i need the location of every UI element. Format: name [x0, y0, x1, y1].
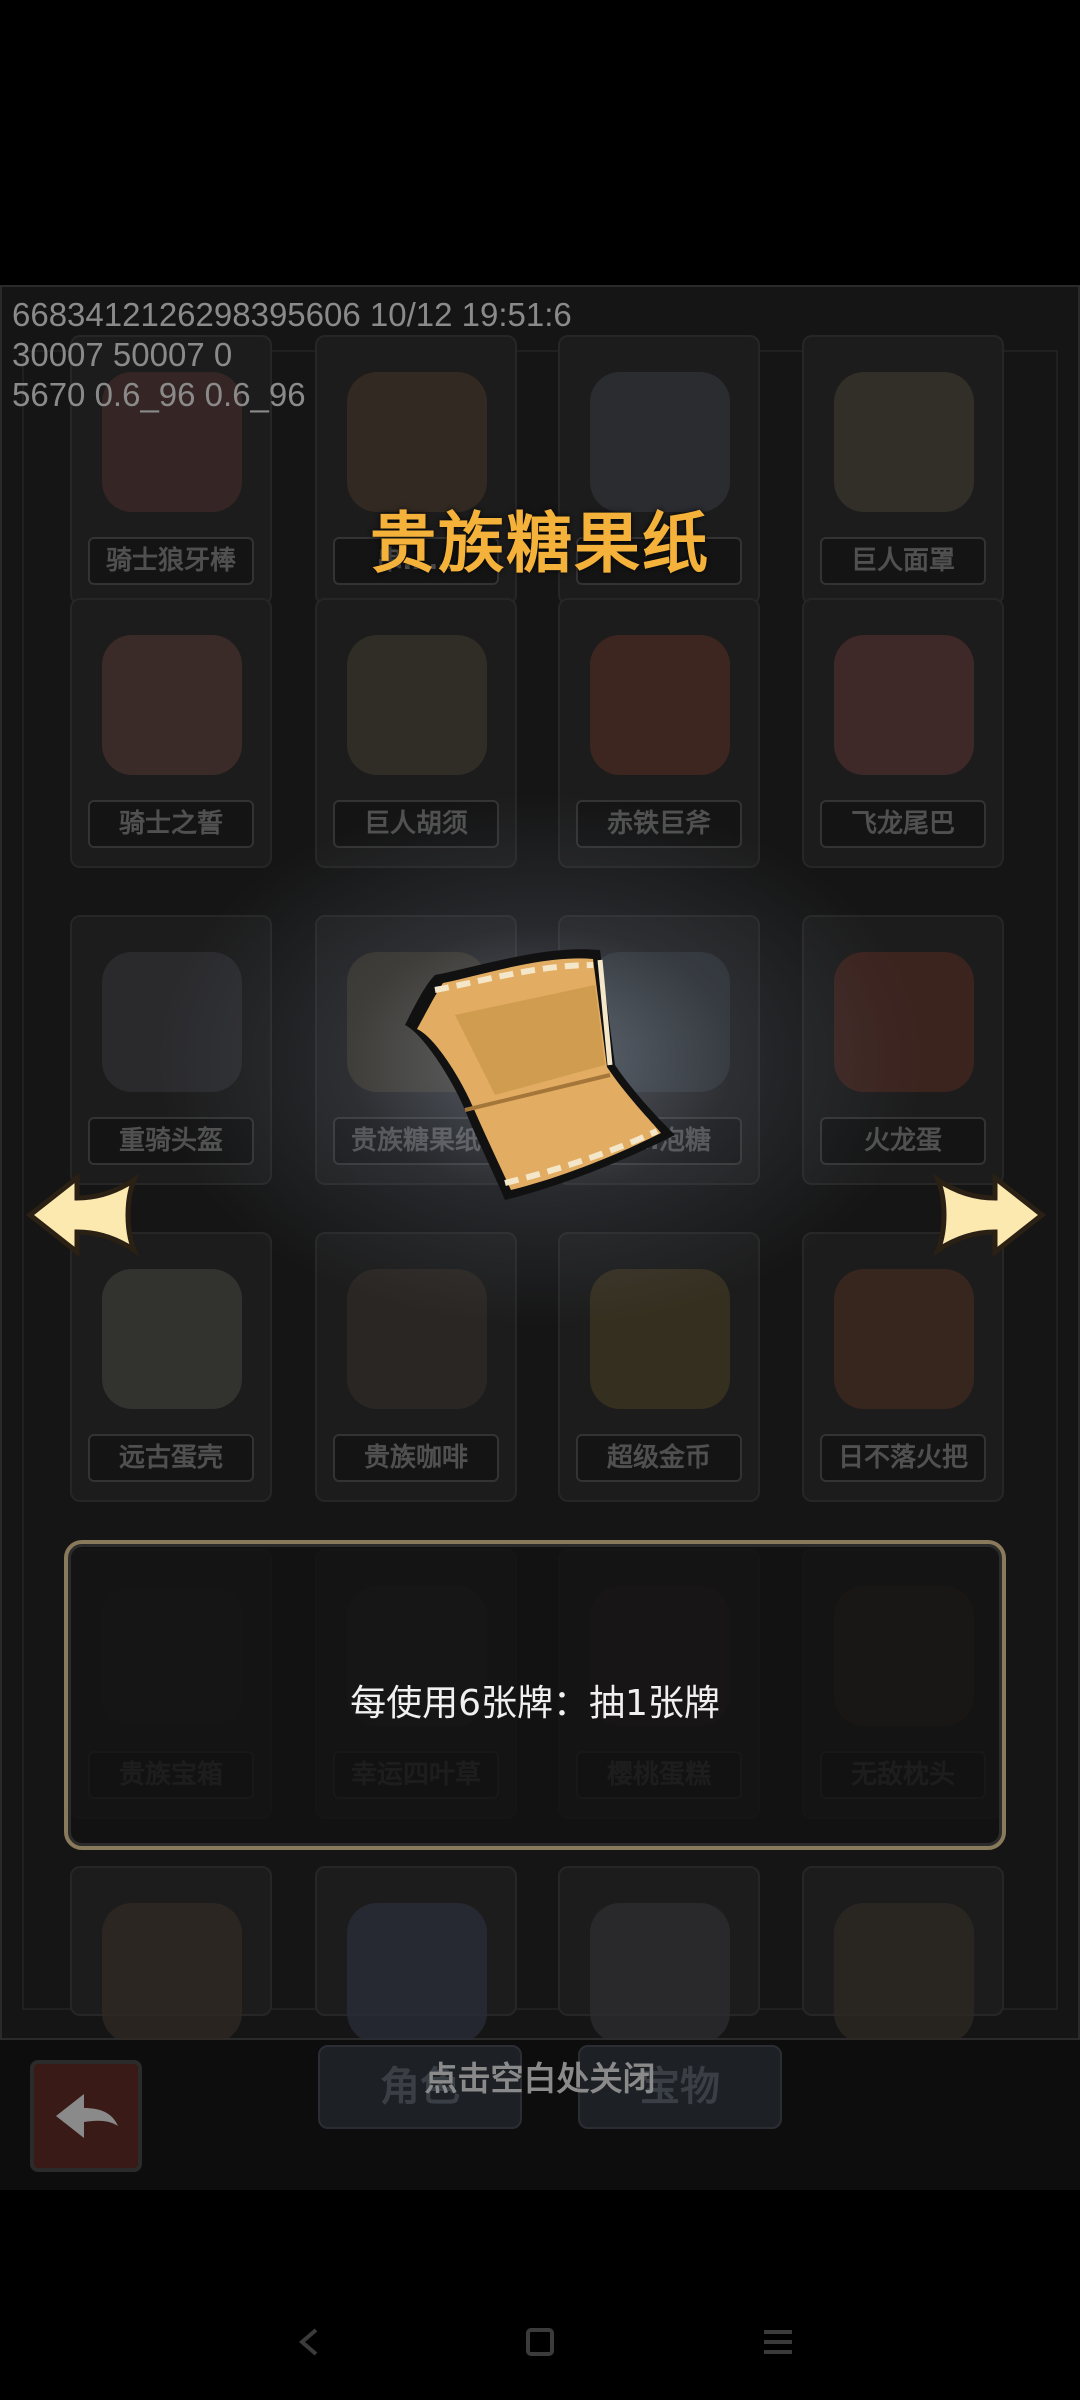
- item-card-label: 超级金币: [576, 1434, 742, 1482]
- arrow-left-icon[interactable]: [22, 1170, 142, 1260]
- description-box: 每使用6张牌：抽1张牌: [64, 1540, 1006, 1850]
- item-card-label: 贵族咖啡: [333, 1434, 499, 1482]
- item-card[interactable]: [70, 1866, 272, 2043]
- debug-line-2: 30007 50007 0: [12, 336, 233, 373]
- item-title: 贵族糖果纸: [370, 505, 710, 582]
- close-hint[interactable]: 点击空白处关闭: [0, 2052, 1080, 2100]
- arrow-right-icon[interactable]: [930, 1170, 1050, 1260]
- debug-line-1: 6683412126298395606 10/12 19:51:6: [12, 296, 572, 333]
- item-icon: [347, 635, 487, 775]
- item-card[interactable]: [802, 1866, 1004, 2043]
- candy-wrapper-icon: [405, 949, 675, 1200]
- nav-home-icon[interactable]: [520, 2322, 560, 2362]
- item-card[interactable]: [558, 1866, 760, 2043]
- debug-overlay: 6683412126298395606 10/12 19:51:6 30007 …: [12, 295, 572, 415]
- item-card-label: 日不落火把: [820, 1434, 986, 1482]
- item-card-label: 远古蛋壳: [88, 1434, 254, 1482]
- item-description: 每使用6张牌：抽1张牌: [350, 1683, 720, 1724]
- item-icon: [347, 1903, 487, 2043]
- item-icon: [590, 1903, 730, 2043]
- nav-back-icon[interactable]: [290, 2322, 330, 2362]
- item-icon: [590, 635, 730, 775]
- item-icon: [834, 635, 974, 775]
- nav-menu-icon[interactable]: [758, 2322, 798, 2362]
- item-card[interactable]: [315, 1866, 517, 2043]
- item-icon: [102, 635, 242, 775]
- item-icon: [102, 1903, 242, 2043]
- item-icon: [834, 1903, 974, 2043]
- debug-line-3: 5670 0.6_96 0.6_96: [12, 376, 306, 413]
